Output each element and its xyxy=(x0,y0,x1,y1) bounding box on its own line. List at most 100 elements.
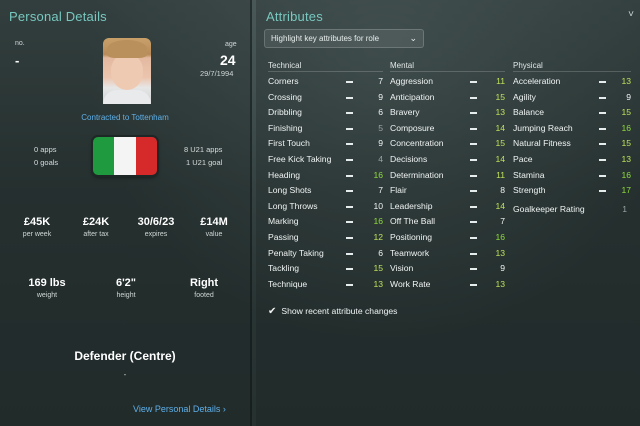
attribute-name: Flair xyxy=(390,185,407,196)
flag-stripe xyxy=(114,137,136,175)
attribute-trend-dash-icon xyxy=(470,174,477,177)
attribute-trend-dash-icon xyxy=(599,81,606,83)
after-tax-value: £24K xyxy=(82,216,110,228)
attribute-row[interactable]: Vision 9 xyxy=(390,261,505,276)
attribute-row[interactable]: Long Shots 7 xyxy=(268,183,383,198)
attribute-row[interactable]: Natural Fitness 15 xyxy=(513,136,631,151)
attribute-row[interactable]: Agility 9 xyxy=(513,90,631,105)
attribute-trend-dash-icon xyxy=(470,283,477,286)
attribute-row[interactable]: Corners 7 xyxy=(268,74,383,89)
weight-block: 169 lbs weight xyxy=(17,277,77,299)
attribute-value: 5 xyxy=(378,122,383,133)
attribute-value: 13 xyxy=(621,154,631,164)
attribute-row[interactable]: First Touch 9 xyxy=(268,136,383,151)
flag-stripe xyxy=(135,137,157,175)
nationality-flag-italy[interactable] xyxy=(93,137,157,175)
attribute-value: 16 xyxy=(495,232,505,242)
attribute-row[interactable]: Technique 13 xyxy=(268,277,383,292)
attribute-row[interactable]: Penalty Taking 6 xyxy=(268,246,383,261)
attribute-value: 15 xyxy=(373,263,383,274)
personal-details-title: Personal Details xyxy=(9,9,107,24)
footed-label: footed xyxy=(194,292,214,299)
attribute-trend-dash-icon xyxy=(346,283,353,286)
attribute-row[interactable]: Teamwork 13 xyxy=(390,246,505,261)
attributes-title: Attributes xyxy=(266,9,323,24)
attribute-trend-dash-icon xyxy=(470,112,477,115)
attribute-trend-dash-icon xyxy=(599,174,606,177)
attribute-trend-dash-icon xyxy=(346,159,353,161)
attribute-row[interactable]: Heading 16 xyxy=(268,168,383,183)
attribute-row[interactable]: Composure 14 xyxy=(390,121,505,136)
attribute-row[interactable]: Decisions 14 xyxy=(390,152,505,167)
attribute-trend-dash-icon xyxy=(599,143,606,146)
attribute-name: Aggression xyxy=(390,76,433,86)
attribute-row[interactable]: Jumping Reach 16 xyxy=(513,121,631,136)
after-tax-block: £24K after tax xyxy=(66,216,126,238)
attribute-name: Penalty Taking xyxy=(268,247,324,258)
age-value: 24 xyxy=(220,52,236,68)
attribute-row[interactable]: Tackling 15 xyxy=(268,261,383,276)
attribute-row[interactable]: Off The Ball 7 xyxy=(390,214,505,229)
goalkeeper-rating-row: Goalkeeper Rating 1 xyxy=(513,202,631,217)
attribute-trend-dash-icon xyxy=(599,159,606,161)
attribute-row[interactable]: Stamina 16 xyxy=(513,168,631,183)
show-recent-changes-checkbox[interactable]: ✔ Show recent attribute changes xyxy=(268,306,397,317)
attribute-name: Stamina xyxy=(513,169,545,180)
attribute-trend-dash-icon xyxy=(470,205,477,208)
attribute-value: 9 xyxy=(378,138,383,149)
attribute-value: 12 xyxy=(373,232,383,242)
collapse-chevron-icon[interactable]: ˅ xyxy=(628,9,634,20)
attribute-row[interactable]: Dribbling 6 xyxy=(268,105,383,120)
attribute-row[interactable]: Strength 17 xyxy=(513,183,631,198)
column-header-mental: Mental xyxy=(390,61,415,70)
attribute-trend-dash-icon xyxy=(470,159,477,161)
attribute-row[interactable]: Aggression 11 xyxy=(390,74,505,89)
attribute-row[interactable]: Crossing 9 xyxy=(268,90,383,105)
attribute-row[interactable]: Marking 16 xyxy=(268,214,383,229)
column-rule xyxy=(268,71,383,72)
attribute-value: 14 xyxy=(495,122,505,133)
attribute-row[interactable]: Long Throws 10 xyxy=(268,199,383,214)
attribute-name: First Touch xyxy=(268,138,310,149)
wage-label: per week xyxy=(22,231,52,238)
attribute-trend-dash-icon xyxy=(346,174,353,177)
height-label: height xyxy=(116,292,136,299)
attribute-trend-dash-icon xyxy=(470,237,477,239)
attribute-row[interactable]: Work Rate 13 xyxy=(390,277,505,292)
attribute-row[interactable]: Acceleration 13 xyxy=(513,74,631,89)
attribute-row[interactable]: Positioning 16 xyxy=(390,230,505,245)
height-block: 6'2" height xyxy=(96,277,156,299)
attribute-row[interactable]: Balance 15 xyxy=(513,105,631,120)
attribute-value: 6 xyxy=(378,247,383,258)
attribute-value: 13 xyxy=(495,247,505,258)
attribute-value: 15 xyxy=(621,138,631,149)
attribute-name: Heading xyxy=(268,169,301,180)
attribute-value: 16 xyxy=(373,216,383,227)
attribute-row[interactable]: Determination 11 xyxy=(390,168,505,183)
footed-value: Right xyxy=(189,277,219,289)
attribute-trend-dash-icon xyxy=(470,221,477,224)
attribute-value: 15 xyxy=(495,91,505,102)
view-personal-details-link[interactable]: View Personal Details › xyxy=(133,404,226,414)
attribute-name: Decisions xyxy=(390,154,428,164)
attribute-row[interactable]: Flair 8 xyxy=(390,183,505,198)
highlight-role-dropdown[interactable]: Highlight key attributes for role ⌄ xyxy=(264,29,424,48)
attribute-name: Teamwork xyxy=(390,247,430,258)
attribute-row[interactable]: Finishing 5 xyxy=(268,121,383,136)
attribute-name: Strength xyxy=(513,185,546,196)
column-header-technical: Technical xyxy=(268,61,302,70)
attribute-trend-dash-icon xyxy=(470,127,477,130)
attribute-row[interactable]: Passing 12 xyxy=(268,230,383,245)
senior-apps: 0 apps xyxy=(34,145,57,154)
attribute-row[interactable]: Pace 13 xyxy=(513,152,631,167)
attribute-name: Technique xyxy=(268,278,308,289)
attribute-name: Pace xyxy=(513,154,533,164)
attribute-row[interactable]: Concentration 15 xyxy=(390,136,505,151)
attribute-row[interactable]: Bravery 13 xyxy=(390,105,505,120)
contract-club-link[interactable]: Contracted to Tottenham xyxy=(0,113,250,122)
attribute-row[interactable]: Anticipation 15 xyxy=(390,90,505,105)
height-value: 6'2" xyxy=(115,277,137,289)
attribute-value: 16 xyxy=(621,169,631,180)
attribute-row[interactable]: Leadership 14 xyxy=(390,199,505,214)
attribute-row[interactable]: Free Kick Taking 4 xyxy=(268,152,383,167)
